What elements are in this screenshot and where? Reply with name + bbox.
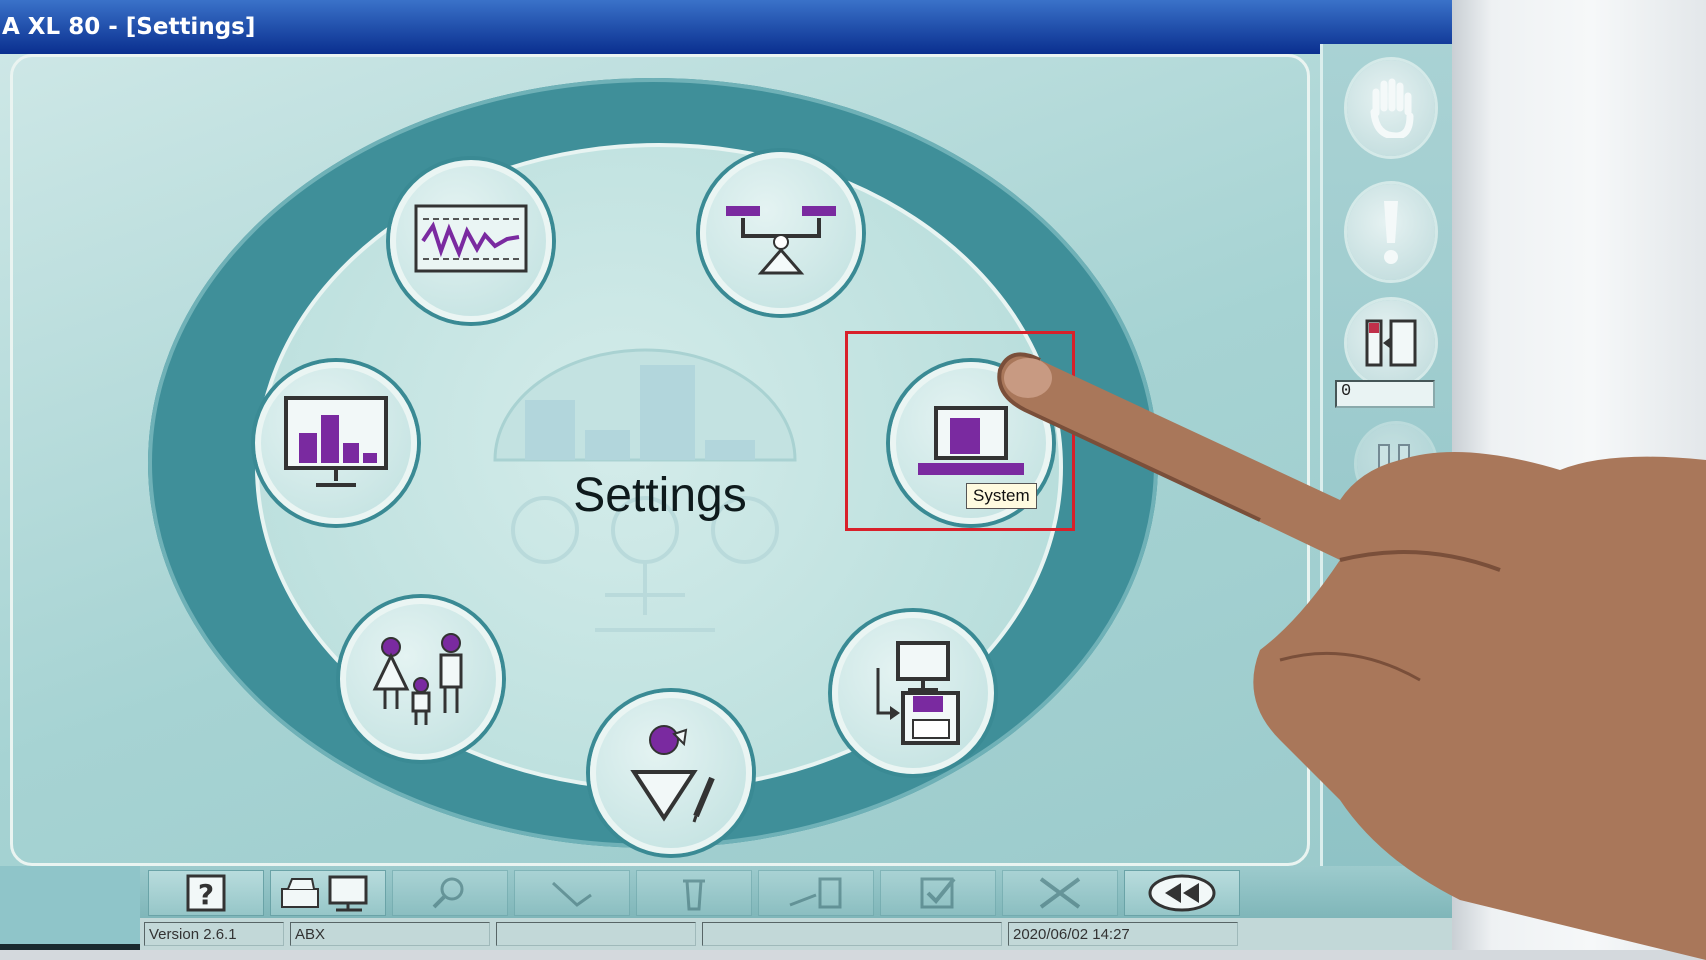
bottom-toolbar: ? <box>140 866 1452 918</box>
counter-field-lower: 0 <box>1365 674 1435 700</box>
backup-transfer-icon <box>876 641 960 745</box>
quality-control-chart-icon <box>414 204 528 273</box>
status-empty-1 <box>496 922 696 946</box>
sample-loader-button[interactable] <box>1347 300 1435 386</box>
report-icon <box>789 877 842 909</box>
vendor-label: ABX <box>290 922 490 946</box>
cancel-icon <box>1039 877 1081 909</box>
help-icon: ? <box>186 874 226 912</box>
printer-monitor-icon <box>281 875 368 912</box>
report-button[interactable] <box>758 870 874 916</box>
calibration-scale-icon <box>726 206 836 275</box>
touch-screen: A XL 80 - [Settings] Settings System 0 0… <box>0 0 1452 950</box>
svg-text:?: ? <box>198 878 214 911</box>
help-button[interactable]: ? <box>148 870 264 916</box>
edit-icon <box>551 881 592 907</box>
tube-rack-icon <box>1378 444 1410 484</box>
status-bar: Version 2.6.1 ABX 2020/06/02 14:27 <box>140 918 1452 950</box>
operator-profile-icon <box>630 725 715 823</box>
calibration-button[interactable] <box>700 152 862 314</box>
print-display-button[interactable] <box>270 870 386 916</box>
quality-control-button[interactable] <box>390 160 552 322</box>
alarm-button[interactable] <box>1347 184 1435 280</box>
exclamation-icon <box>1384 201 1398 264</box>
version-label: Version 2.6.1 <box>144 922 284 946</box>
back-icon <box>1148 874 1216 912</box>
delete-icon <box>683 879 705 911</box>
stop-button[interactable] <box>1347 60 1435 156</box>
histogram-display-button[interactable] <box>255 362 417 524</box>
backup-transfer-button[interactable] <box>832 612 994 774</box>
back-button[interactable] <box>1124 870 1240 916</box>
histogram-display-icon <box>284 396 388 487</box>
operator-profile-button[interactable] <box>590 692 752 854</box>
validate-button[interactable] <box>880 870 996 916</box>
status-empty-2 <box>702 922 1002 946</box>
window-title: A XL 80 - [Settings] <box>0 0 1452 54</box>
right-toolbar: 0 0 <box>1320 44 1452 866</box>
hand-stop-icon <box>1370 78 1414 138</box>
system-tooltip: System <box>966 483 1037 509</box>
datetime-label: 2020/06/02 14:27 <box>1008 922 1238 946</box>
cancel-button[interactable] <box>1002 870 1118 916</box>
selection-highlight <box>845 331 1075 531</box>
monitor-bezel-bottom <box>0 950 1706 960</box>
patient-limits-icon <box>372 633 463 725</box>
edit-button[interactable] <box>514 870 630 916</box>
search-icon <box>432 877 464 909</box>
tube-rack-button[interactable] <box>1357 424 1435 504</box>
sample-loader-icon <box>1365 319 1417 367</box>
validate-icon <box>920 877 956 909</box>
reagent-button[interactable] <box>1365 712 1441 798</box>
monitor-bezel-right <box>1452 0 1706 960</box>
patient-limits-button[interactable] <box>340 598 502 760</box>
reagent-bottles-icon <box>1383 732 1421 778</box>
page-title: Settings <box>573 469 747 522</box>
delete-button[interactable] <box>636 870 752 916</box>
search-button[interactable] <box>392 870 508 916</box>
counter-field-upper: 0 <box>1335 380 1435 408</box>
